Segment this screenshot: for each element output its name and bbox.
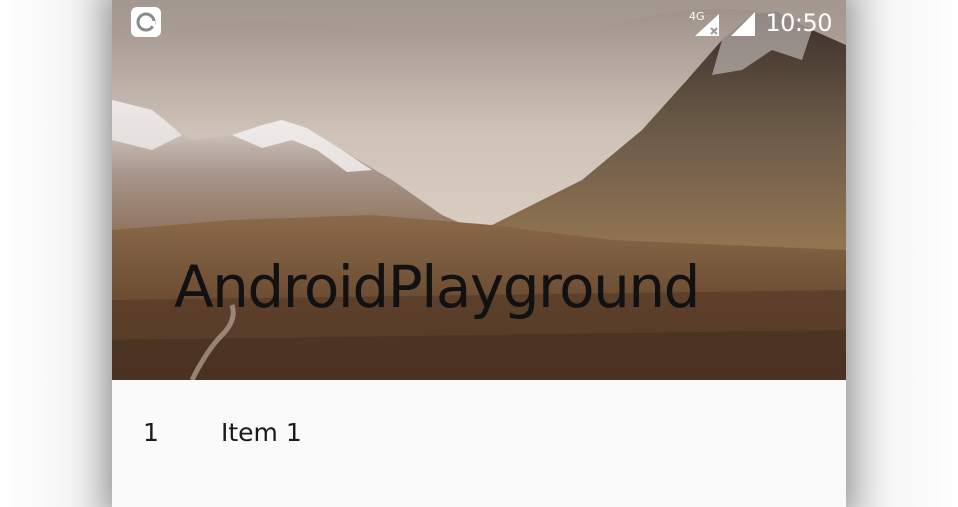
list-item[interactable]: 1 Item 1 [112,380,846,488]
clock: 10:50 [765,9,832,37]
screen: 4G 10:50 AndroidPlayground 1 Item 1 [0,0,958,507]
network-label: 4G [689,10,705,23]
collapsing-toolbar-header: 4G 10:50 AndroidPlayground [112,0,846,380]
backdrop-right [846,0,958,507]
status-indicators: 4G 10:50 [689,8,832,38]
network-4g-signal-icon: 4G [689,10,720,36]
item-number: 1 [143,418,159,447]
item-label: Item 1 [221,418,302,447]
app-window: 4G 10:50 AndroidPlayground 1 Item 1 [112,0,846,507]
item-list: 1 Item 1 [112,380,846,507]
loop-notification-icon [131,7,161,37]
toolbar-title: AndroidPlayground [174,253,700,321]
cell-signal-icon [731,12,756,36]
header-image [112,0,846,380]
backdrop-left [0,0,112,507]
status-bar: 4G 10:50 [112,0,846,46]
